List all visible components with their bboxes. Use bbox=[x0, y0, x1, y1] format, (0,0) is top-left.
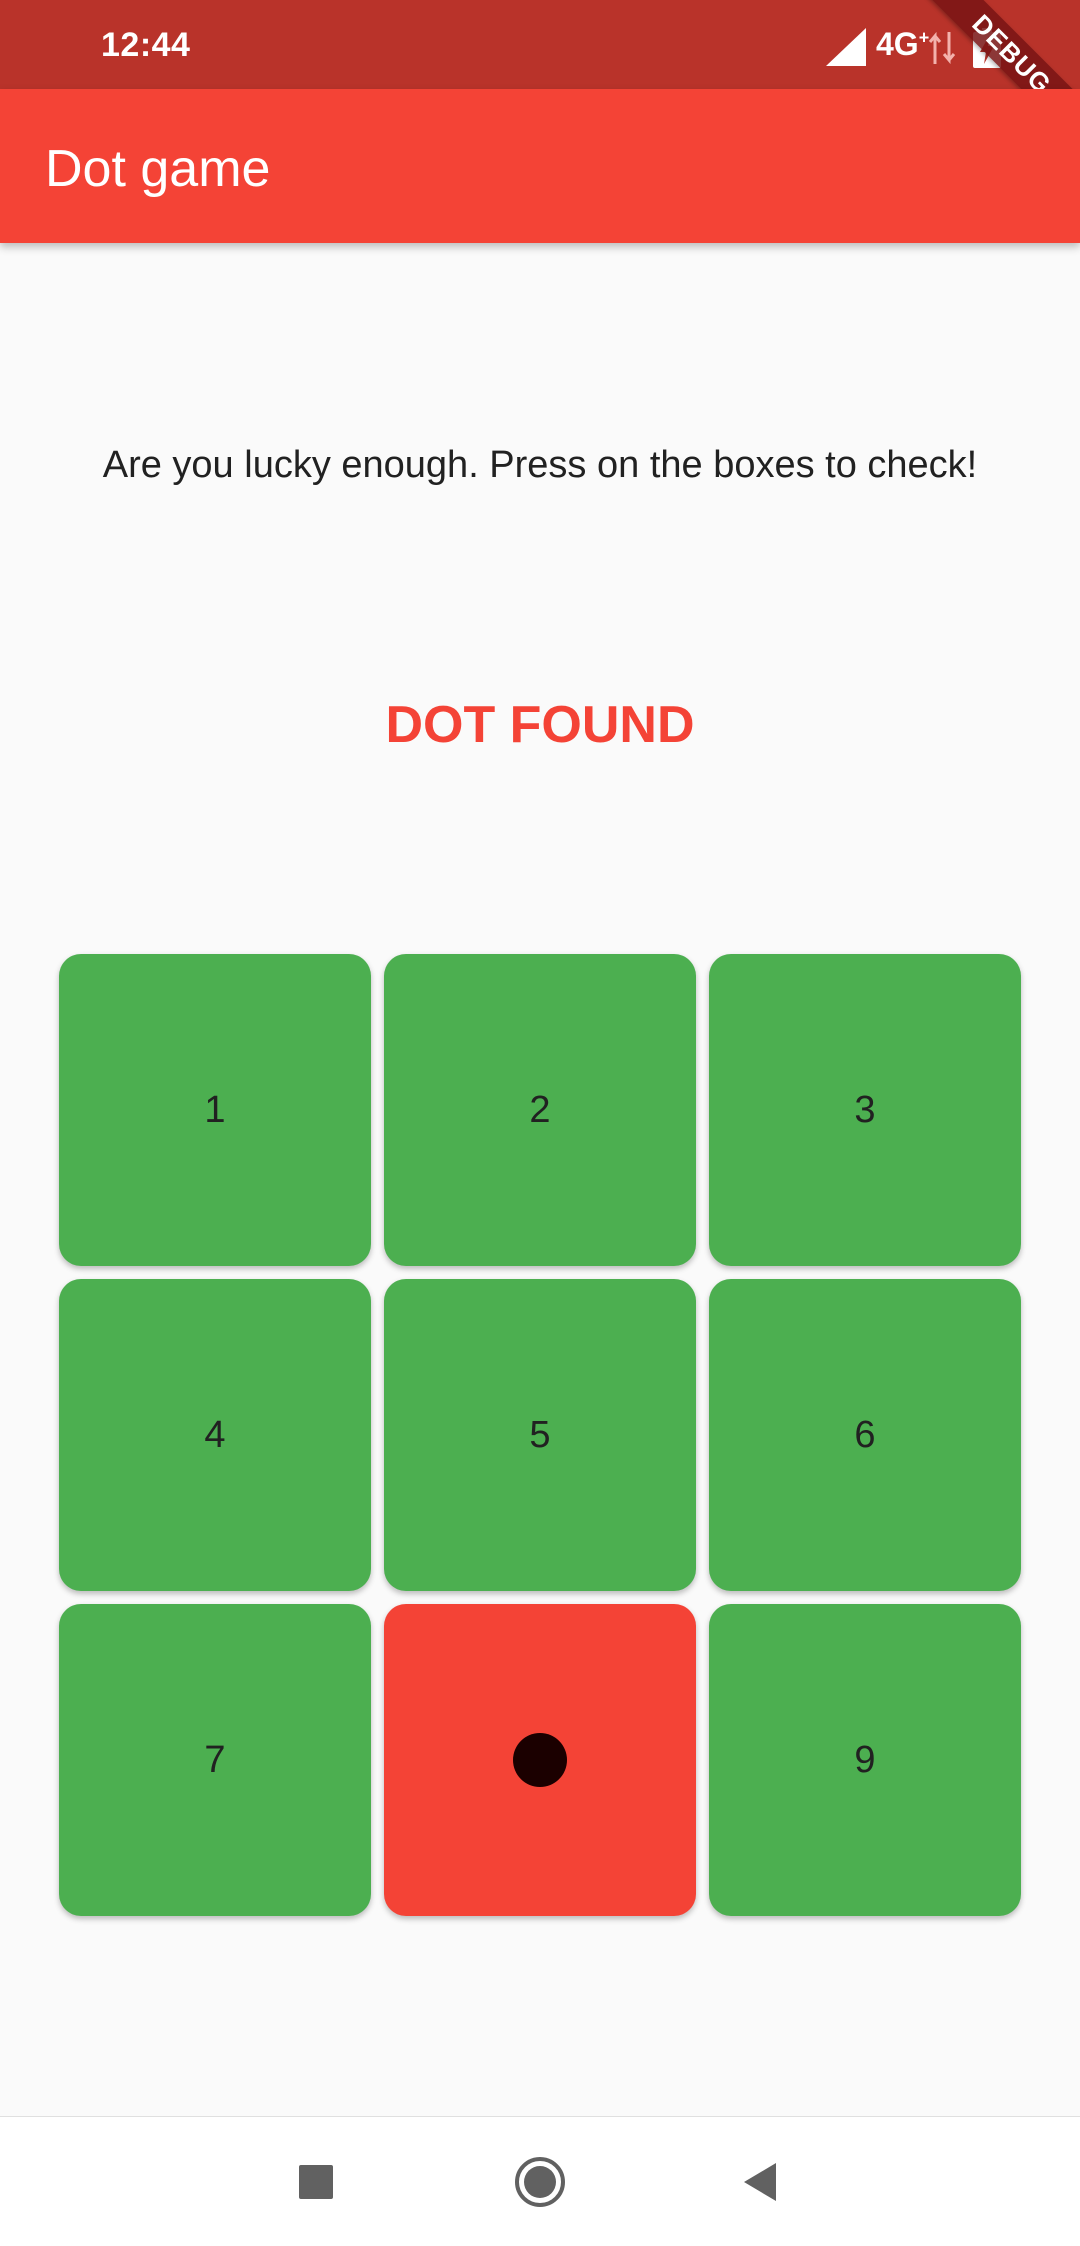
box-6[interactable]: 6 bbox=[709, 1279, 1021, 1591]
box-8-dot[interactable] bbox=[384, 1604, 696, 1916]
signal-icon bbox=[826, 28, 866, 66]
box-1[interactable]: 1 bbox=[59, 954, 371, 1266]
result-text: DOT FOUND bbox=[385, 696, 695, 754]
status-time: 12:44 bbox=[101, 26, 191, 64]
box-label: 2 bbox=[529, 1088, 551, 1131]
box-5[interactable]: 5 bbox=[384, 1279, 696, 1591]
box-label: 5 bbox=[529, 1413, 551, 1456]
box-label: 6 bbox=[854, 1413, 876, 1456]
box-grid: 1 2 3 4 5 6 7 9 bbox=[59, 954, 1021, 1916]
navigation-bar bbox=[0, 2116, 1080, 2246]
dot-icon bbox=[513, 1733, 567, 1787]
data-arrows-icon bbox=[927, 30, 957, 66]
box-label: 1 bbox=[204, 1088, 226, 1131]
box-3[interactable]: 3 bbox=[709, 954, 1021, 1266]
prompt-text: Are you lucky enough. Press on the boxes… bbox=[102, 444, 978, 486]
box-label: 4 bbox=[204, 1413, 226, 1456]
box-9[interactable]: 9 bbox=[709, 1604, 1021, 1916]
screen: 12:44 4G+ DEBUG Dot game Are you lucky e… bbox=[0, 0, 1080, 2246]
network-label: 4G bbox=[876, 26, 919, 62]
back-triangle-icon[interactable] bbox=[728, 2149, 794, 2215]
status-bar: 12:44 4G+ DEBUG bbox=[0, 0, 1080, 159]
box-2[interactable]: 2 bbox=[384, 954, 696, 1266]
home-circle-icon[interactable] bbox=[507, 2149, 573, 2215]
box-4[interactable]: 4 bbox=[59, 1279, 371, 1591]
recents-square-icon[interactable] bbox=[283, 2149, 349, 2215]
box-label: 3 bbox=[854, 1088, 876, 1131]
app-title: Dot game bbox=[45, 140, 271, 198]
box-7[interactable]: 7 bbox=[59, 1604, 371, 1916]
app-bar: Dot game bbox=[0, 89, 1080, 243]
box-label: 9 bbox=[854, 1738, 876, 1781]
network-type: 4G+ bbox=[876, 26, 929, 63]
box-label: 7 bbox=[204, 1738, 226, 1781]
